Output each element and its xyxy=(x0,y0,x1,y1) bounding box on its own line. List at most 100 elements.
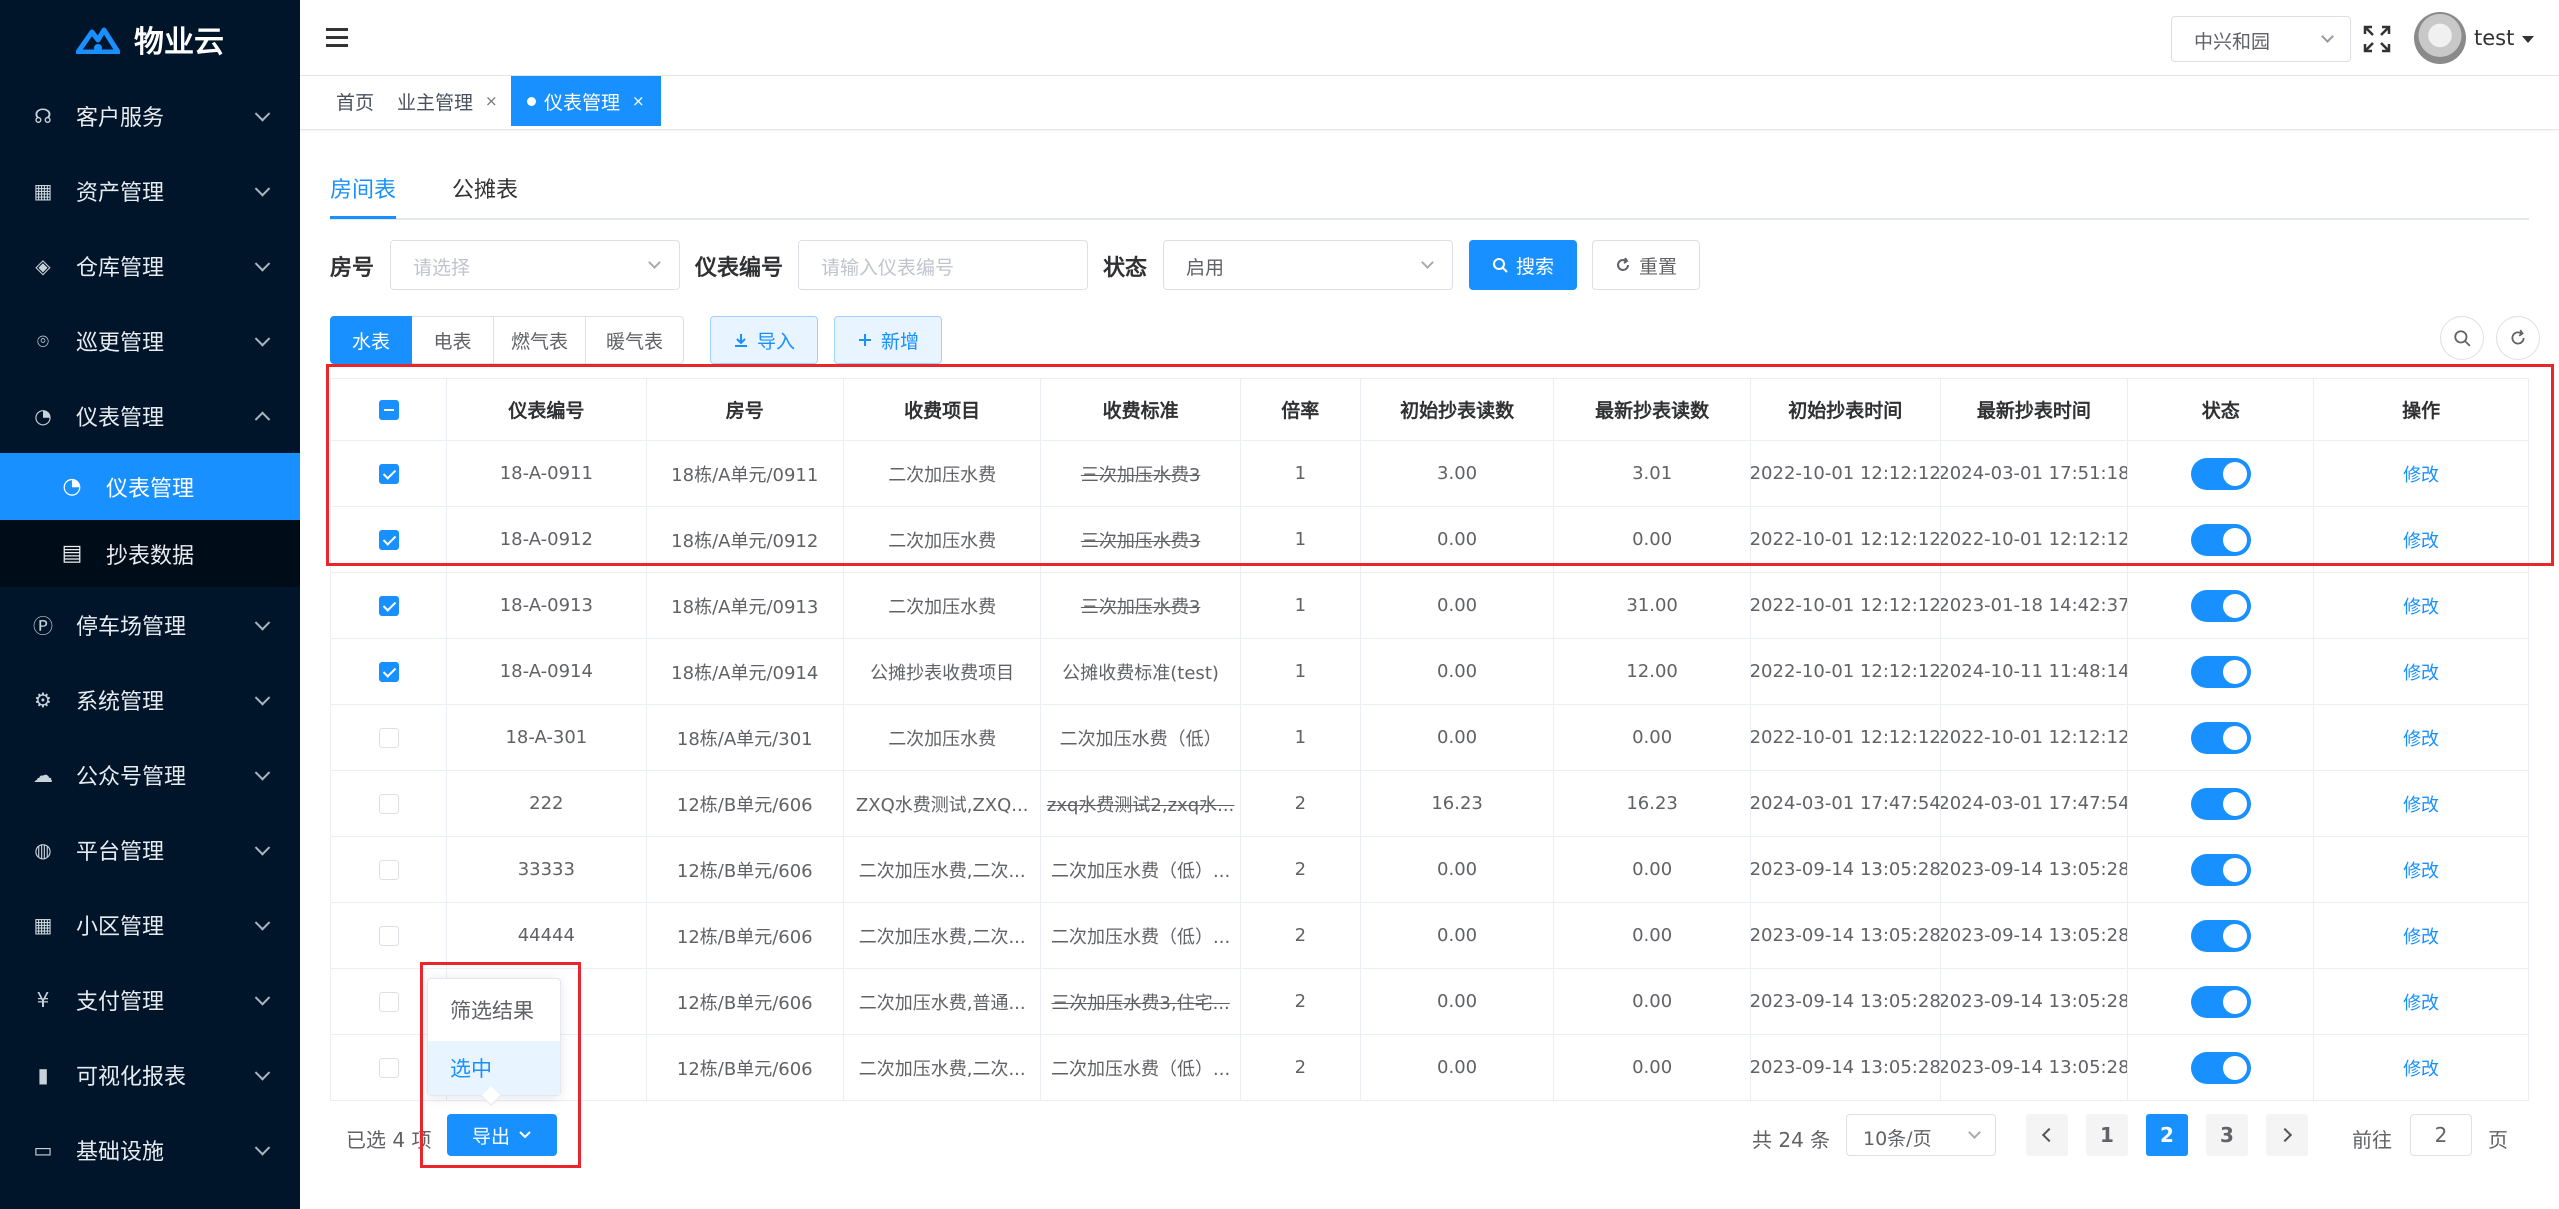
table-cell: 0.00 xyxy=(1554,969,1751,1034)
row-checkbox[interactable] xyxy=(378,925,399,946)
status-switch[interactable] xyxy=(2190,523,2251,556)
status-switch[interactable] xyxy=(2190,919,2251,952)
export-option-selected[interactable]: 选中 xyxy=(428,1041,560,1095)
edit-link[interactable]: 修改 xyxy=(2403,593,2439,619)
status-switch[interactable] xyxy=(2190,721,2251,754)
chevron-down-icon xyxy=(1421,256,1434,269)
close-icon[interactable]: × xyxy=(632,92,645,110)
tag-label: 业主管理 xyxy=(397,91,474,114)
tag-home[interactable]: 首页 xyxy=(336,76,374,126)
cell-text: 0.00 xyxy=(1632,925,1673,946)
page-3[interactable]: 3 xyxy=(2206,1114,2248,1156)
gauge-icon: ◔ xyxy=(34,403,52,428)
community-select[interactable]: 中兴和园 xyxy=(2171,16,2351,62)
sidebar-item-4[interactable]: ◔ 仪表管理 xyxy=(0,378,300,453)
type-water[interactable]: 水表 xyxy=(330,316,412,364)
table-cell: 33333 xyxy=(447,837,647,902)
community-value: 中兴和园 xyxy=(2194,31,2271,53)
page-size-select[interactable]: 10条/页 xyxy=(1846,1114,1996,1156)
header-checkbox-cell xyxy=(331,379,448,440)
status-switch[interactable] xyxy=(2190,853,2251,886)
table-cell: 18-A-0914 xyxy=(447,639,647,704)
edit-link[interactable]: 修改 xyxy=(2403,923,2439,949)
row-checkbox[interactable] xyxy=(378,463,399,484)
headset-icon: ☊ xyxy=(34,103,52,128)
row-checkbox[interactable] xyxy=(378,661,399,682)
row-checkbox[interactable] xyxy=(378,727,399,748)
goto-page-input[interactable]: 2 xyxy=(2410,1114,2472,1156)
row-checkbox[interactable] xyxy=(378,529,399,550)
row-checkbox[interactable] xyxy=(378,859,399,880)
sidebar-item-12[interactable]: ▭ 基础设施 xyxy=(0,1112,300,1187)
status-switch[interactable] xyxy=(2190,787,2251,820)
type-electric[interactable]: 电表 xyxy=(412,316,494,364)
search-toggle-button[interactable] xyxy=(2440,316,2484,360)
reset-button[interactable]: 重置 xyxy=(1592,240,1700,290)
table-cell: 2023-09-14 13:05:28 xyxy=(1941,1035,2129,1100)
edit-link[interactable]: 修改 xyxy=(2403,461,2439,487)
tab-shared-meter[interactable]: 公摊表 xyxy=(452,172,518,204)
row-checkbox[interactable] xyxy=(378,595,399,616)
page-1[interactable]: 1 xyxy=(2086,1114,2128,1156)
add-button[interactable]: 新增 xyxy=(834,316,942,364)
submenu-item-1[interactable]: ▤ 抄表数据 xyxy=(0,520,300,587)
sidebar-item-7[interactable]: ☁ 公众号管理 xyxy=(0,737,300,812)
refresh-button[interactable] xyxy=(2496,316,2540,360)
tab-room-meter[interactable]: 房间表 xyxy=(330,172,396,204)
status-switch[interactable] xyxy=(2190,985,2251,1018)
status-switch[interactable] xyxy=(2190,589,2251,622)
sidebar-item-5[interactable]: Ⓟ 停车场管理 xyxy=(0,587,300,662)
chevron-down-icon xyxy=(254,989,271,1006)
search-button[interactable]: 搜索 xyxy=(1469,240,1577,290)
submenu-item-0[interactable]: ◔ 仪表管理 xyxy=(0,453,300,520)
sidebar-item-1[interactable]: ▦ 资产管理 xyxy=(0,153,300,228)
close-icon[interactable]: × xyxy=(485,92,498,110)
prev-page-button[interactable] xyxy=(2026,1114,2068,1156)
edit-link[interactable]: 修改 xyxy=(2403,791,2439,817)
export-option-filtered[interactable]: 筛选结果 xyxy=(428,983,560,1037)
chevron-right-icon xyxy=(2277,1127,2293,1143)
sidebar-item-6[interactable]: ⚙ 系统管理 xyxy=(0,662,300,737)
avatar[interactable] xyxy=(2414,12,2466,64)
sidebar-item-10[interactable]: ¥ 支付管理 xyxy=(0,962,300,1037)
hamburger-icon[interactable] xyxy=(326,28,348,48)
row-checkbox[interactable] xyxy=(378,1057,399,1078)
edit-link[interactable]: 修改 xyxy=(2403,1055,2439,1081)
edit-link[interactable]: 修改 xyxy=(2403,989,2439,1015)
table-cell: 18栋/A单元/0912 xyxy=(647,507,844,572)
type-gas[interactable]: 燃气表 xyxy=(494,316,586,364)
bar-chart-icon: ▮ xyxy=(37,1062,49,1087)
status-label: 状态 xyxy=(1103,256,1148,281)
user-name[interactable]: test xyxy=(2474,26,2514,50)
edit-link[interactable]: 修改 xyxy=(2403,659,2439,685)
sidebar-item-8[interactable]: ◍ 平台管理 xyxy=(0,812,300,887)
export-button[interactable]: 导出 xyxy=(447,1114,557,1156)
status-switch[interactable] xyxy=(2190,457,2251,490)
tag-owner-management[interactable]: 业主管理 × xyxy=(397,76,498,126)
sidebar-item-2[interactable]: ◈ 仓库管理 xyxy=(0,228,300,303)
edit-link[interactable]: 修改 xyxy=(2403,725,2439,751)
row-checkbox[interactable] xyxy=(378,991,399,1012)
edit-link[interactable]: 修改 xyxy=(2403,527,2439,553)
tag-meter-management[interactable]: 仪表管理 × xyxy=(511,76,661,126)
status-switch[interactable] xyxy=(2190,1051,2251,1084)
row-checkbox[interactable] xyxy=(378,793,399,814)
meter-no-input[interactable]: 请输入仪表编号 xyxy=(798,240,1088,290)
caret-down-icon[interactable] xyxy=(2522,36,2534,43)
edit-link[interactable]: 修改 xyxy=(2403,857,2439,883)
status-switch[interactable] xyxy=(2190,655,2251,688)
type-heating[interactable]: 暖气表 xyxy=(586,316,684,364)
sidebar-item-3[interactable]: ⌾ 巡更管理 xyxy=(0,303,300,378)
next-page-button[interactable] xyxy=(2266,1114,2308,1156)
sidebar-item-0[interactable]: ☊ 客户服务 xyxy=(0,78,300,153)
status-select[interactable]: 启用 xyxy=(1163,240,1453,290)
monitor-icon: ▭ xyxy=(33,1137,53,1162)
room-select[interactable]: 请选择 xyxy=(390,240,680,290)
select-all-checkbox[interactable] xyxy=(378,399,399,420)
fullscreen-icon[interactable] xyxy=(2362,24,2392,54)
sidebar-item-11[interactable]: ▮ 可视化报表 xyxy=(0,1037,300,1112)
sidebar-item-9[interactable]: ▦ 小区管理 xyxy=(0,887,300,962)
page-2[interactable]: 2 xyxy=(2146,1114,2188,1156)
chevron-down-icon xyxy=(519,1131,531,1139)
import-button[interactable]: 导入 xyxy=(710,316,818,364)
